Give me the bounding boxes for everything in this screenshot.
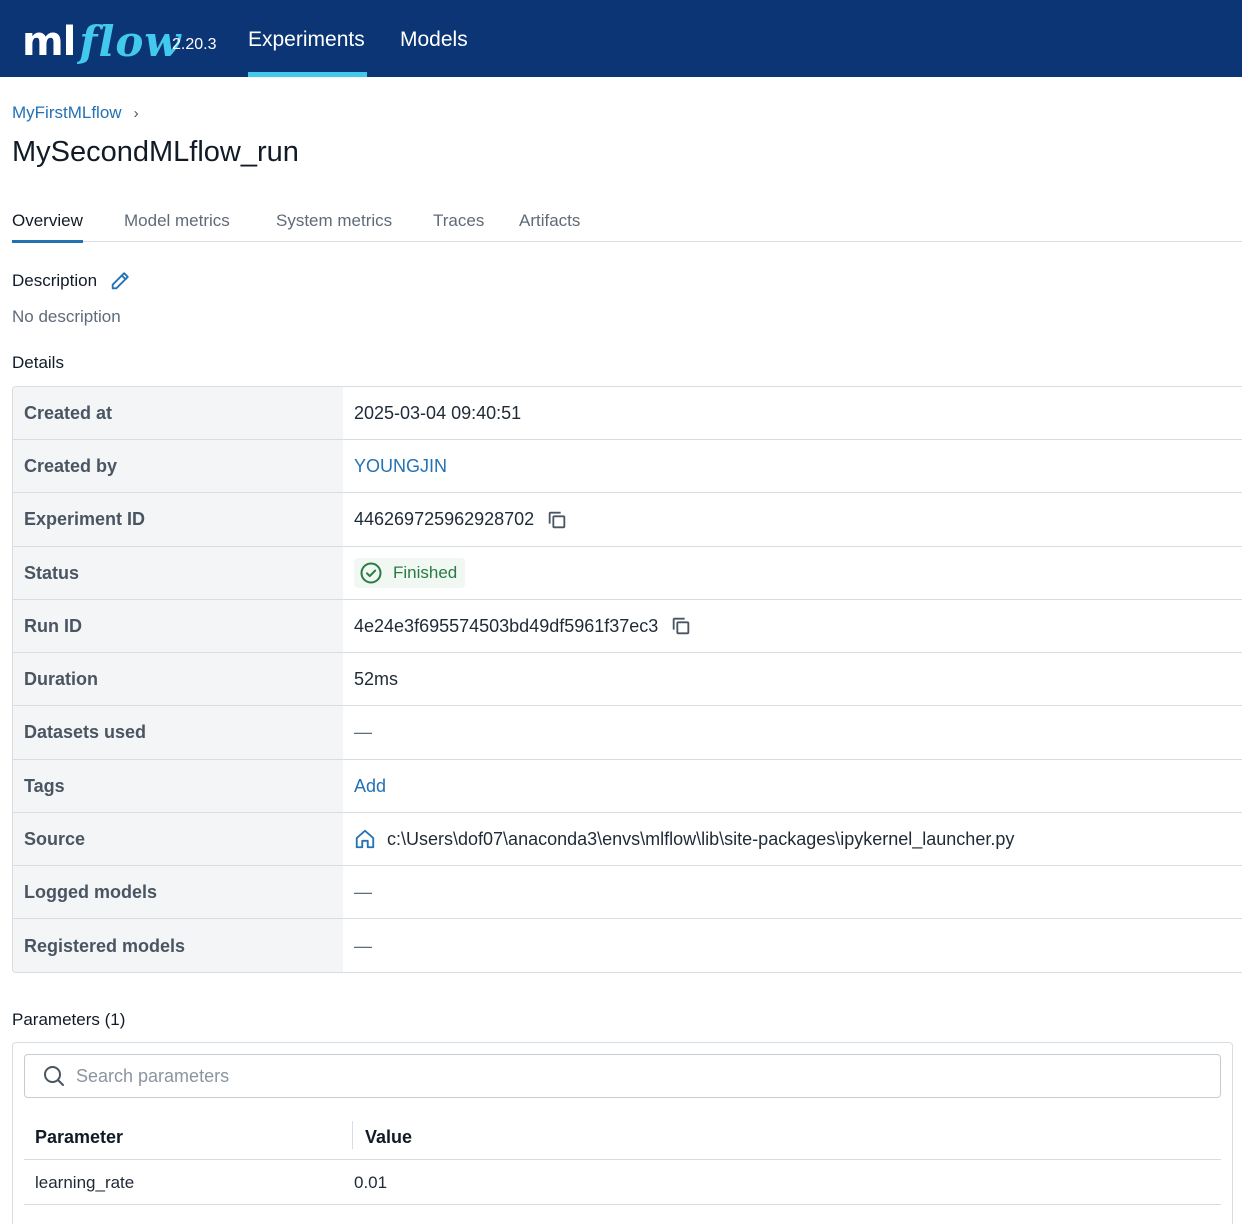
status-text: Finished <box>393 563 458 582</box>
breadcrumb: MyFirstMLflow › <box>12 103 139 123</box>
details-row-created-at: Created at 2025-03-04 09:40:51 <box>13 387 1242 440</box>
nav-models-label: Models <box>400 28 468 51</box>
parameters-heading: Parameters (1) <box>12 1010 126 1029</box>
nav-experiments[interactable]: Experiments <box>248 0 367 77</box>
details-value: Add <box>343 760 1242 812</box>
add-tag-link[interactable]: Add <box>354 776 386 797</box>
column-divider[interactable] <box>352 1121 353 1149</box>
details-row-registered-models: Registered models — <box>13 919 1242 972</box>
check-circle-icon <box>360 562 382 584</box>
nav-active-indicator <box>248 72 367 77</box>
created-at-value: 2025-03-04 09:40:51 <box>354 402 522 423</box>
tab-traces[interactable]: Traces <box>433 205 484 242</box>
tab-traces-label: Traces <box>433 211 485 230</box>
details-row-duration: Duration 52ms <box>13 653 1242 706</box>
experiment-id-value: 446269725962928702 <box>354 509 535 529</box>
copy-icon[interactable] <box>546 509 568 531</box>
details-label: Created at <box>13 387 343 439</box>
tab-overview[interactable]: Overview <box>12 205 83 243</box>
parameters-panel: Parameter Value learning_rate 0.01 <box>12 1042 1233 1224</box>
column-header-value[interactable]: Value <box>365 1115 412 1159</box>
details-value: 52ms <box>343 653 1242 705</box>
run-tabs: Overview Model metrics System metrics Tr… <box>12 205 1242 243</box>
chevron-right-icon: › <box>133 104 139 122</box>
details-row-datasets-used: Datasets used — <box>13 706 1242 760</box>
description-heading: Description <box>12 270 131 292</box>
tab-system-metrics-label: System metrics <box>276 211 393 230</box>
search-parameters-input[interactable] <box>76 1065 1176 1087</box>
parameter-value-cell: 0.01 <box>354 1173 388 1192</box>
details-label: Run ID <box>13 600 343 652</box>
mlflow-logo[interactable]: ml flow <box>22 6 182 66</box>
details-label: Status <box>13 547 343 599</box>
registered-models-value: — <box>354 936 372 956</box>
parameters-table-header: Parameter Value <box>24 1115 1221 1160</box>
duration-value: 52ms <box>354 668 399 689</box>
run-id-value: 4e24e3f695574503bd49df5961f37ec3 <box>354 615 659 636</box>
details-value: YOUNGJIN <box>343 440 1242 492</box>
source-value: c:\Users\dof07\anaconda3\envs\mlflow\lib… <box>387 828 1015 849</box>
details-row-status: Status Finished <box>13 547 1242 600</box>
details-row-logged-models: Logged models — <box>13 866 1242 919</box>
details-row-source: Source c:\Users\dof07\anaconda3\envs\mlf… <box>13 813 1242 866</box>
column-header-parameter[interactable]: Parameter <box>35 1115 123 1159</box>
details-value: — <box>343 919 1242 972</box>
copy-icon[interactable] <box>670 615 692 637</box>
details-value: 446269725962928702 <box>343 493 1242 546</box>
details-heading: Details <box>12 353 64 372</box>
tab-model-metrics-label: Model metrics <box>124 211 230 230</box>
details-label: Source <box>13 813 343 865</box>
logo-ml-text: ml <box>22 19 76 65</box>
details-value: c:\Users\dof07\anaconda3\envs\mlflow\lib… <box>343 813 1242 865</box>
details-label: Datasets used <box>13 706 343 759</box>
logged-models-value: — <box>354 881 372 902</box>
logo-flow-text: flow <box>79 17 182 66</box>
tab-active-indicator <box>12 240 83 243</box>
version-label: 2.20.3 <box>172 36 217 53</box>
details-row-created-by: Created by YOUNGJIN <box>13 440 1242 493</box>
details-value: 4e24e3f695574503bd49df5961f37ec3 <box>343 600 1242 652</box>
table-row: learning_rate 0.01 <box>24 1160 1221 1205</box>
details-label: Created by <box>13 440 343 492</box>
tab-overview-label: Overview <box>12 211 83 230</box>
datasets-used-value: — <box>354 722 372 742</box>
created-by-link[interactable]: YOUNGJIN <box>354 456 447 477</box>
description-heading-label: Description <box>12 271 98 290</box>
status-badge: Finished <box>354 558 466 588</box>
details-label: Tags <box>13 760 343 812</box>
details-row-run-id: Run ID 4e24e3f695574503bd49df5961f37ec3 <box>13 600 1242 653</box>
page-title: MySecondMLflow_run <box>12 136 299 168</box>
details-value: — <box>343 866 1242 918</box>
details-value: 2025-03-04 09:40:51 <box>343 387 1242 439</box>
details-value: — <box>343 706 1242 759</box>
details-label: Registered models <box>13 919 343 972</box>
details-row-tags: Tags Add <box>13 760 1242 813</box>
description-text: No description <box>12 307 121 326</box>
tab-artifacts-label: Artifacts <box>519 211 581 230</box>
home-icon <box>354 828 376 850</box>
details-label: Experiment ID <box>13 493 343 546</box>
details-table: Created at 2025-03-04 09:40:51 Created b… <box>12 386 1242 973</box>
details-row-experiment-id: Experiment ID 446269725962928702 <box>13 493 1242 547</box>
nav-models[interactable]: Models <box>400 0 468 77</box>
nav-experiments-label: Experiments <box>248 28 365 51</box>
details-value: Finished <box>343 547 1242 599</box>
tab-model-metrics[interactable]: Model metrics <box>124 205 230 242</box>
details-label: Logged models <box>13 866 343 918</box>
parameter-name-cell: learning_rate <box>35 1173 135 1192</box>
search-icon <box>44 1066 64 1086</box>
breadcrumb-experiment-link[interactable]: MyFirstMLflow <box>12 103 122 123</box>
details-label: Duration <box>13 653 343 705</box>
parameters-search <box>24 1054 1221 1098</box>
pencil-icon[interactable] <box>109 270 131 292</box>
top-navigation-bar: ml flow 2.20.3 Experiments Models <box>0 0 1242 77</box>
tab-artifacts[interactable]: Artifacts <box>519 205 580 242</box>
tab-system-metrics[interactable]: System metrics <box>276 205 392 242</box>
